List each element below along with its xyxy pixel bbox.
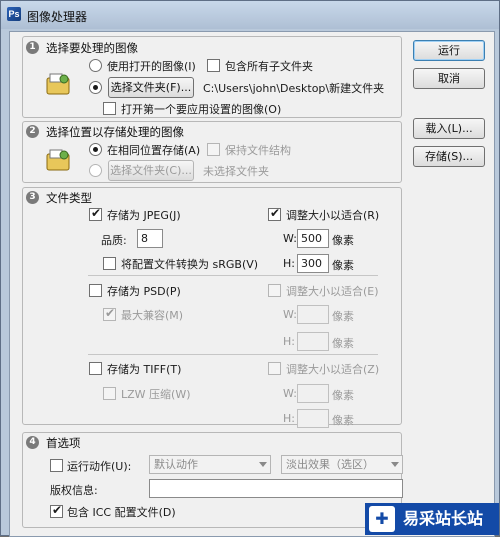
section-4-title: 首选项 bbox=[46, 436, 81, 450]
site-watermark: ✚ 易采站长站 bbox=[365, 503, 499, 535]
image-processor-window: Ps 图像处理器 运行 取消 载入(L)... 存储(S)... 1 选择要处理… bbox=[0, 0, 500, 537]
tiff-width-label: W: bbox=[283, 387, 297, 400]
action-set-chevron-down-icon bbox=[259, 462, 267, 467]
psd-height-label: H: bbox=[283, 335, 295, 348]
include-subfolders-checkbox[interactable] bbox=[207, 59, 220, 72]
open-first-image-label: 打开第一个要应用设置的图像(O) bbox=[121, 103, 282, 116]
psd-resize-checkbox[interactable] bbox=[268, 284, 281, 297]
tiff-resize-label: 调整大小以适合(Z) bbox=[286, 363, 380, 376]
section-3-title: 文件类型 bbox=[46, 191, 92, 205]
run-action-label: 运行动作(U): bbox=[67, 460, 132, 473]
max-compat-checkbox[interactable] bbox=[103, 306, 116, 321]
open-first-image-checkbox[interactable] bbox=[103, 102, 116, 115]
action-set-value: 默认动作 bbox=[154, 458, 198, 471]
section-3-number: 3 bbox=[26, 191, 39, 204]
jpeg-width-input[interactable]: 500 bbox=[297, 229, 329, 248]
jpeg-quality-label: 品质: bbox=[101, 234, 127, 247]
tiff-height-input[interactable] bbox=[297, 409, 329, 428]
run-action-checkbox[interactable] bbox=[50, 459, 63, 472]
section-4-number: 4 bbox=[26, 436, 39, 449]
no-folder-selected-text: 未选择文件夹 bbox=[203, 165, 269, 178]
action-set-select[interactable]: 默认动作 bbox=[149, 455, 271, 474]
run-button[interactable]: 运行 bbox=[413, 40, 485, 61]
save-same-location-label: 在相同位置存储(A) bbox=[107, 144, 201, 157]
action-select[interactable]: 淡出效果（选区） bbox=[281, 455, 403, 474]
use-open-images-label: 使用打开的图像(I) bbox=[107, 60, 196, 73]
dialog-content: 运行 取消 载入(L)... 存储(S)... 1 选择要处理的图像 使用打开的… bbox=[9, 31, 495, 537]
jpeg-height-unit: 像素 bbox=[332, 259, 354, 272]
tiff-width-unit: 像素 bbox=[332, 389, 354, 402]
select-folder-radio[interactable] bbox=[89, 81, 102, 94]
tiff-height-unit: 像素 bbox=[332, 414, 354, 427]
save-jpeg-label: 存储为 JPEG(J) bbox=[107, 209, 181, 222]
photoshop-app-icon: Ps bbox=[7, 7, 21, 21]
tiff-resize-checkbox[interactable] bbox=[268, 362, 281, 375]
save-psd-checkbox[interactable] bbox=[89, 284, 102, 297]
psd-height-input[interactable] bbox=[297, 332, 329, 351]
select-source-folder-button[interactable]: 选择文件夹(F)... bbox=[108, 77, 194, 98]
watermark-text: 易采站长站 bbox=[403, 509, 484, 528]
site-logo-icon: ✚ bbox=[369, 506, 395, 532]
convert-srgb-label: 将配置文件转换为 sRGB(V) bbox=[121, 258, 259, 271]
copyright-label: 版权信息: bbox=[50, 484, 98, 497]
use-open-images-radio[interactable] bbox=[89, 59, 102, 72]
select-dest-folder-radio[interactable] bbox=[89, 164, 102, 177]
save-tiff-checkbox[interactable] bbox=[89, 362, 102, 375]
include-icc-checkbox[interactable] bbox=[50, 503, 63, 518]
include-subfolders-label: 包含所有子文件夹 bbox=[225, 60, 313, 73]
lzw-label: LZW 压缩(W) bbox=[121, 388, 191, 401]
psd-divider bbox=[88, 354, 378, 355]
source-folder-path: C:\Users\john\Desktop\新建文件夹 bbox=[203, 82, 385, 95]
save-folder-icon bbox=[46, 149, 70, 171]
jpeg-height-input[interactable]: 300 bbox=[297, 254, 329, 273]
tiff-height-label: H: bbox=[283, 412, 295, 425]
psd-width-label: W: bbox=[283, 308, 297, 321]
action-value: 淡出效果（选区） bbox=[286, 458, 374, 471]
psd-height-unit: 像素 bbox=[332, 337, 354, 350]
jpeg-resize-label: 调整大小以适合(R) bbox=[286, 209, 380, 222]
max-compat-label: 最大兼容(M) bbox=[121, 309, 184, 322]
load-button[interactable]: 载入(L)... bbox=[413, 118, 485, 139]
jpeg-height-label: H: bbox=[283, 257, 295, 270]
section-1-title: 选择要处理的图像 bbox=[46, 41, 138, 55]
jpeg-width-unit: 像素 bbox=[332, 234, 354, 247]
save-jpeg-checkbox[interactable] bbox=[89, 206, 102, 221]
psd-width-unit: 像素 bbox=[332, 310, 354, 323]
jpeg-width-label: W: bbox=[283, 232, 297, 245]
copyright-input[interactable] bbox=[149, 479, 403, 498]
title-bar[interactable]: Ps 图像处理器 bbox=[1, 1, 499, 29]
psd-width-input[interactable] bbox=[297, 305, 329, 324]
keep-structure-label: 保持文件结构 bbox=[225, 144, 291, 157]
window-title: 图像处理器 bbox=[27, 10, 88, 24]
save-psd-label: 存储为 PSD(P) bbox=[107, 285, 181, 298]
section-1-number: 1 bbox=[26, 41, 39, 54]
jpeg-divider bbox=[88, 275, 378, 276]
psd-resize-label: 调整大小以适合(E) bbox=[286, 285, 379, 298]
jpeg-resize-checkbox[interactable] bbox=[268, 206, 281, 221]
save-same-location-radio[interactable] bbox=[89, 143, 102, 156]
convert-srgb-checkbox[interactable] bbox=[103, 257, 116, 270]
save-tiff-label: 存储为 TIFF(T) bbox=[107, 363, 182, 376]
select-dest-folder-button[interactable]: 选择文件夹(C)... bbox=[108, 160, 194, 181]
action-chevron-down-icon bbox=[391, 462, 399, 467]
jpeg-quality-input[interactable]: 8 bbox=[137, 229, 163, 248]
section-2-title: 选择位置以存储处理的图像 bbox=[46, 125, 184, 139]
save-settings-button[interactable]: 存储(S)... bbox=[413, 146, 485, 167]
include-icc-label: 包含 ICC 配置文件(D) bbox=[67, 506, 176, 519]
image-folder-icon bbox=[46, 73, 70, 95]
cancel-button[interactable]: 取消 bbox=[413, 68, 485, 89]
lzw-checkbox[interactable] bbox=[103, 387, 116, 400]
tiff-width-input[interactable] bbox=[297, 384, 329, 403]
keep-structure-checkbox[interactable] bbox=[207, 143, 220, 156]
section-2-number: 2 bbox=[26, 125, 39, 138]
